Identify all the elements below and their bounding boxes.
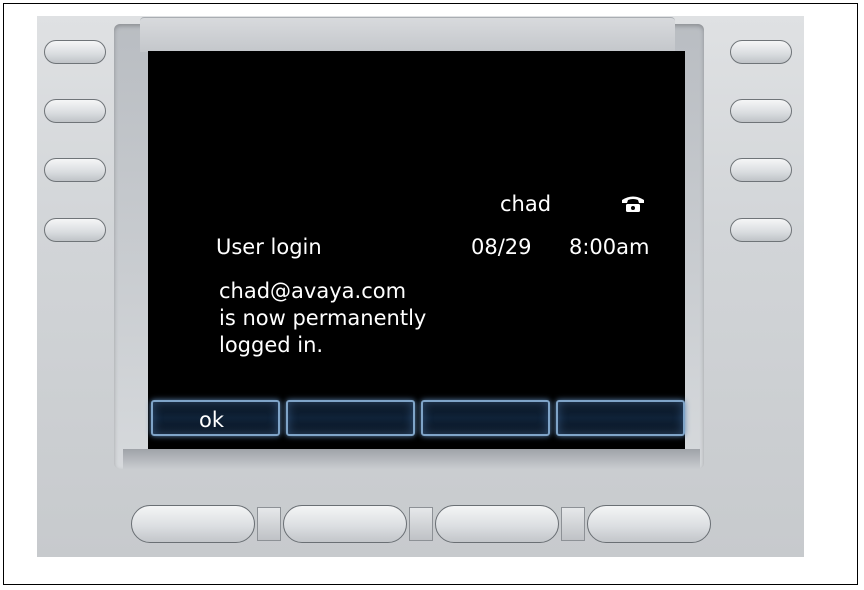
login-message: chad@avaya.com is now permanently logged…	[219, 278, 426, 359]
left-line-button-3[interactable]	[44, 158, 106, 182]
softkey-4[interactable]	[556, 400, 685, 436]
hardware-softkey-2[interactable]	[283, 505, 407, 543]
message-line: is now permanently	[219, 306, 427, 330]
message-line: chad@avaya.com	[219, 279, 407, 303]
button-divider	[561, 507, 585, 541]
user-name: chad	[500, 192, 552, 216]
right-line-button-4[interactable]	[730, 218, 792, 242]
hardware-softkey-4[interactable]	[587, 505, 711, 543]
screen-bottom-bezel	[123, 449, 700, 469]
time-display: 8:00am	[569, 235, 650, 259]
right-line-button-3[interactable]	[730, 158, 792, 182]
softkey-label: ok	[199, 408, 225, 432]
softkey-3[interactable]	[421, 400, 550, 436]
right-line-button-1[interactable]	[730, 40, 792, 64]
button-divider	[257, 507, 281, 541]
message-line: logged in.	[219, 333, 324, 357]
screen-bezel-top	[140, 17, 675, 52]
left-line-button-1[interactable]	[44, 40, 106, 64]
softkey-2[interactable]	[286, 400, 415, 436]
phone-icon	[622, 196, 644, 212]
hardware-softkey-3[interactable]	[435, 505, 559, 543]
softkey-ok[interactable]: ok	[151, 400, 280, 436]
hardware-softkey-1[interactable]	[131, 505, 255, 543]
date-display: 08/29	[471, 235, 532, 259]
left-line-button-2[interactable]	[44, 99, 106, 123]
screen-title: User login	[216, 235, 322, 259]
left-line-button-4[interactable]	[44, 218, 106, 242]
button-divider	[409, 507, 433, 541]
right-line-button-2[interactable]	[730, 99, 792, 123]
